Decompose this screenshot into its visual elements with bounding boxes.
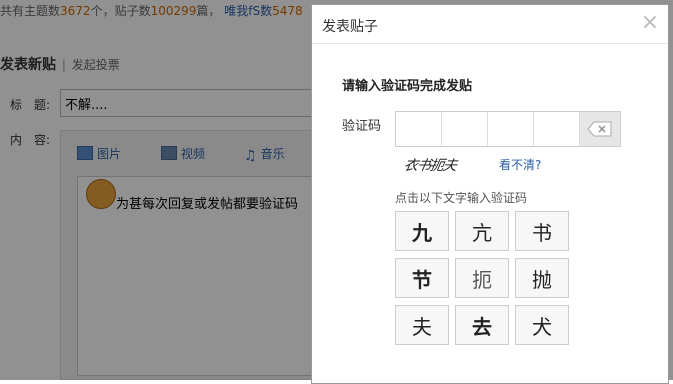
close-icon[interactable]: × [640,12,660,34]
refresh-captcha-link[interactable]: 看不清? [499,156,541,173]
char-button[interactable]: 去 [455,305,509,345]
dialog-title: 发表贴子 [322,19,378,35]
char-button[interactable]: 抛 [515,258,569,298]
backspace-button[interactable] [580,112,620,146]
char-button[interactable]: 扼 [455,258,509,298]
captcha-dialog: 发表贴子 × 请输入验证码完成发贴 验证码 衣书扼夫 看不清? 点击以下文字输入… [311,4,669,384]
code-cell-4 [534,112,580,146]
captcha-hint: 点击以下文字输入验证码 [395,191,528,205]
code-cell-1 [396,112,442,146]
captcha-code-input[interactable] [395,111,621,147]
char-button[interactable]: 九 [395,211,449,251]
char-button[interactable]: 犬 [515,305,569,345]
backspace-icon [587,121,612,137]
captcha-prompt: 请输入验证码完成发贴 [342,79,473,94]
code-cell-2 [442,112,488,146]
captcha-image: 衣书扼夫 [402,158,458,174]
code-cell-3 [488,112,534,146]
char-button[interactable]: 亢 [455,211,509,251]
char-button[interactable]: 书 [515,211,569,251]
dialog-header: 发表贴子 × [312,5,668,44]
char-button[interactable]: 夫 [395,305,449,345]
char-button[interactable]: 节 [395,258,449,298]
captcha-code-label: 验证码 [342,119,382,134]
